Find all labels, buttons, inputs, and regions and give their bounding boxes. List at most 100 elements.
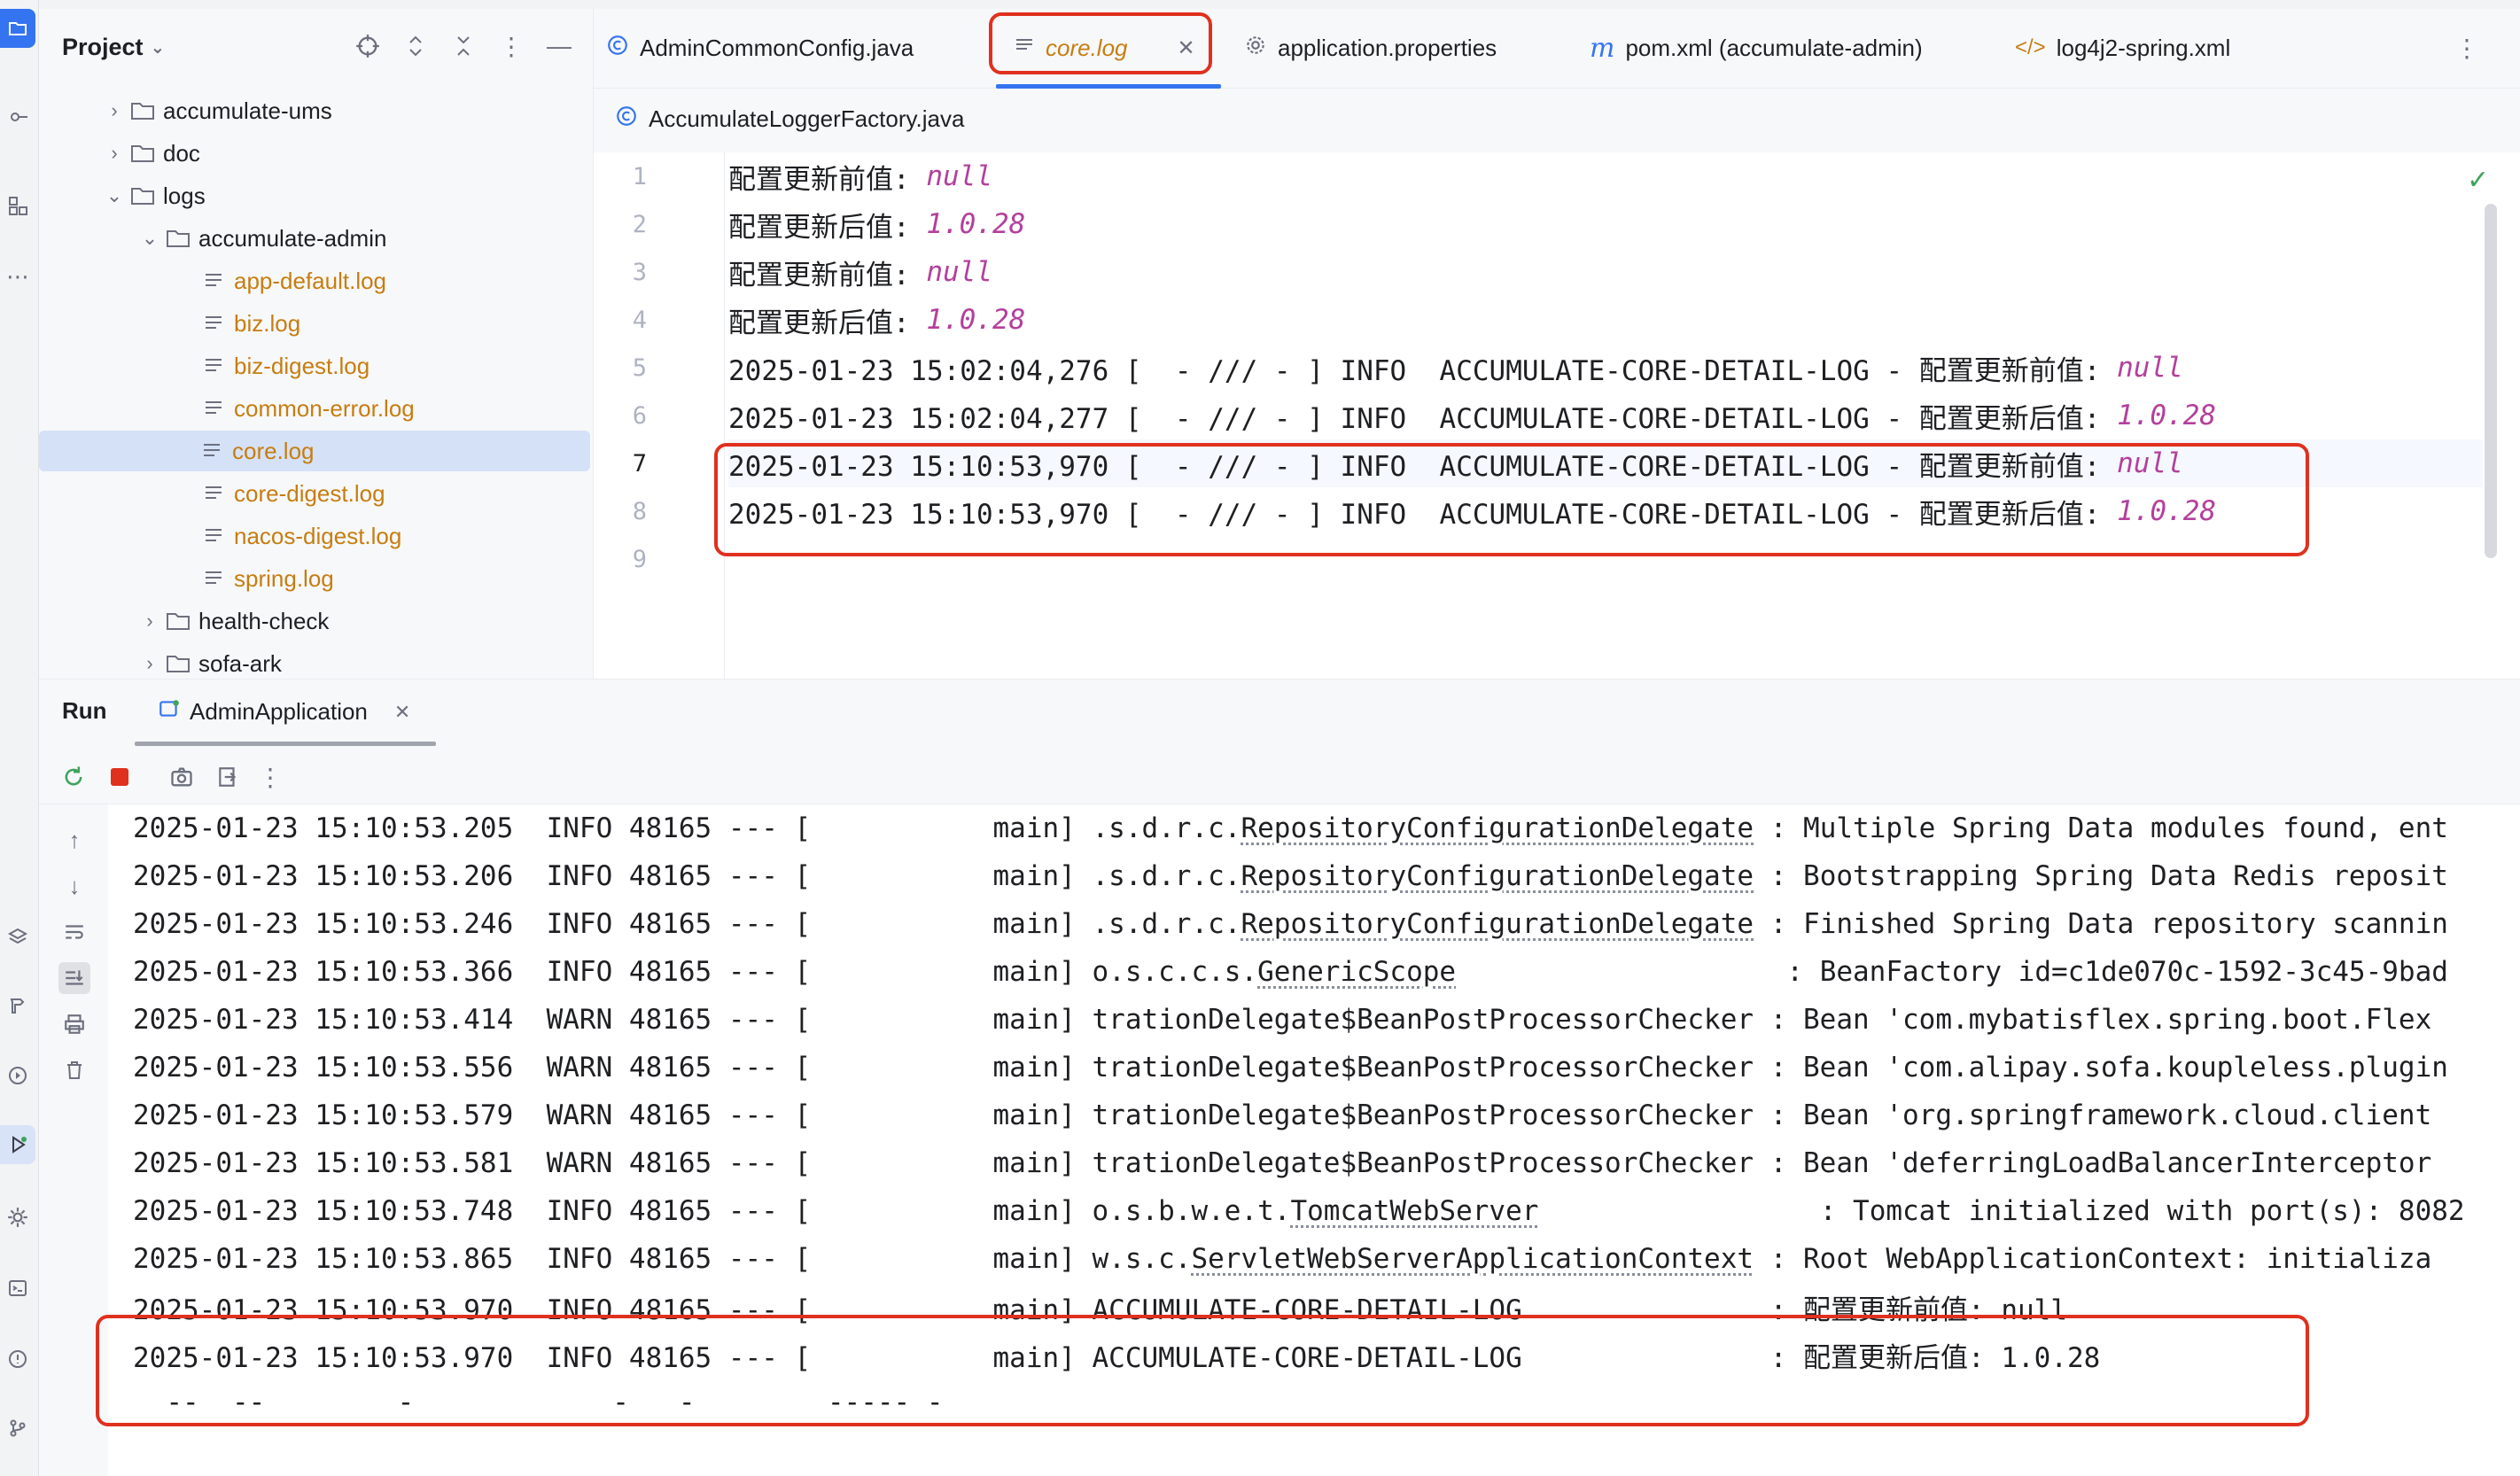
log-text: 2025-01-23 15:02:04,277 [ - /// - ] INFO… (728, 402, 2118, 435)
console-text: 2025-01-23 15:10:53.246 INFO 48165 --- [… (133, 908, 1241, 940)
editor-line: 配置更新后值: 1.0.28 (728, 296, 2483, 344)
console-class-link[interactable]: TomcatWebServer (1290, 1195, 1538, 1227)
chevron-right-icon[interactable]: › (136, 652, 163, 675)
structure-icon[interactable] (0, 186, 35, 225)
tree-file-item[interactable]: common-error.log (172, 388, 415, 429)
console-line: 2025-01-23 15:10:53.205 INFO 48165 --- [… (133, 804, 2448, 852)
tabs-more-kebab-icon[interactable]: ⋮ (2454, 9, 2479, 87)
log-file-icon (197, 441, 227, 461)
tab-core-log[interactable]: core.log ✕ (1014, 9, 1195, 87)
tree-file-item[interactable]: core.log (39, 431, 590, 471)
tree-folder-item[interactable]: › health-check (136, 601, 329, 641)
problems-icon[interactable] (0, 1340, 35, 1379)
project-toolbar: ⋮ — (354, 32, 573, 60)
tree-item-label: sofa-ark (198, 649, 282, 677)
tree-item-label: spring.log (234, 564, 334, 592)
chevron-right-icon[interactable]: › (101, 99, 128, 122)
scroll-down-arrow-icon[interactable]: ↓ (58, 870, 90, 902)
chevron-right-icon[interactable]: › (101, 142, 128, 165)
tab-label: core.log (1046, 34, 1128, 61)
print-icon[interactable] (58, 1008, 90, 1040)
run-console-output[interactable]: 2025-01-23 15:10:53.205 INFO 48165 --- [… (108, 804, 2501, 1476)
project-view-icon[interactable] (0, 9, 35, 48)
screenshot-camera-icon[interactable] (167, 762, 197, 792)
clear-trash-icon[interactable] (58, 1054, 90, 1086)
soft-wrap-icon[interactable] (58, 916, 90, 948)
log-text: 2025-01-23 15:02:04,276 [ - /// - ] INFO… (728, 354, 2118, 387)
log-value: 1.0.28 (2117, 495, 2217, 527)
console-message: : Root WebApplicationContext: initializa (1754, 1243, 2432, 1275)
run-panel-header: Run AdminApplication ✕ (39, 679, 2520, 748)
tree-item-label: core-digest.log (234, 479, 385, 507)
log-value: null (2117, 352, 2183, 384)
chevron-down-icon[interactable]: ⌄ (101, 184, 128, 207)
console-class-link[interactable]: ServletWebServerApplicationContext (1191, 1243, 1754, 1275)
log-text: 配置更新前值: (728, 259, 927, 291)
chevron-right-icon[interactable]: › (136, 610, 163, 633)
tree-folder-item[interactable]: › accumulate-ums (101, 90, 331, 131)
layers-icon[interactable] (0, 918, 35, 957)
tree-folder-item[interactable]: ⌄ logs (101, 175, 206, 216)
log-file-icon (198, 399, 229, 418)
log-file-icon (198, 526, 229, 546)
console-text: 2025-01-23 15:10:53.579 WARN 48165 --- [… (133, 1099, 2432, 1131)
tab-application-properties[interactable]: application.properties (1244, 9, 1497, 87)
tree-file-item[interactable]: app-default.log (172, 260, 386, 301)
tree-file-item[interactable]: spring.log (172, 558, 334, 599)
close-tab-icon[interactable]: ✕ (1178, 35, 1195, 61)
scroll-up-arrow-icon[interactable]: ↑ (58, 824, 90, 856)
commit-icon[interactable] (0, 97, 35, 136)
tree-file-item[interactable]: biz.log (172, 303, 300, 344)
tab-admin-common-config[interactable]: AdminCommonConfig.java (606, 9, 914, 87)
settings-gear-icon[interactable] (0, 1198, 35, 1237)
tree-item-label: biz-digest.log (234, 352, 370, 379)
log-editor[interactable]: 123456789 配置更新前值: null 配置更新后值: 1.0.28 配置更新… (594, 152, 2520, 679)
editor-tab-bar: AdminCommonConfig.java core.log ✕ applic… (594, 9, 2520, 89)
terminal-icon[interactable] (0, 1269, 35, 1308)
stop-icon[interactable] (105, 762, 135, 792)
console-text: 2025-01-23 15:10:53.581 WARN 48165 --- [… (133, 1147, 2432, 1179)
editor-line: 配置更新前值: null (728, 248, 2483, 296)
run-tab-admin-application[interactable]: AdminApplication ✕ (158, 697, 410, 726)
tab-accumulate-logger-factory[interactable]: AccumulateLoggerFactory.java (615, 105, 964, 134)
inspection-ok-check-icon[interactable]: ✓ (2467, 165, 2489, 196)
console-text: 2025-01-23 15:10:53.414 WARN 48165 --- [… (133, 1004, 2432, 1036)
console-text: 2025-01-23 15:10:53.970 INFO 48165 --- [… (133, 1293, 2068, 1326)
project-panel-title[interactable]: Project ⌄ (62, 34, 165, 61)
git-branch-icon[interactable] (0, 1409, 35, 1448)
tree-file-item[interactable]: biz-digest.log (172, 346, 369, 386)
console-text: 2025-01-23 15:10:53.556 WARN 48165 --- [… (133, 1052, 2448, 1084)
console-line: 2025-01-23 15:10:53.206 INFO 48165 --- [… (133, 852, 2448, 900)
run-more-kebab-icon[interactable]: ⋮ (255, 762, 285, 792)
scroll-to-end-icon[interactable] (58, 962, 90, 994)
tree-folder-item[interactable]: ⌄ accumulate-admin (136, 218, 387, 259)
tree-file-item[interactable]: nacos-digest.log (172, 516, 401, 556)
console-class-link[interactable]: GenericScope (1257, 956, 1456, 988)
expand-all-icon[interactable] (401, 32, 430, 60)
tab-log4j2-spring-xml[interactable]: </> log4j2-spring.xml (2015, 9, 2230, 87)
rerun-icon[interactable] (58, 762, 89, 792)
log-file-icon (198, 271, 229, 291)
editor-scrollbar[interactable] (2485, 204, 2497, 558)
tree-file-item[interactable]: core-digest.log (172, 473, 385, 514)
console-text: 2025-01-23 15:10:53.970 INFO 48165 --- [… (133, 1341, 2101, 1374)
chevron-down-icon[interactable]: ⌄ (136, 227, 163, 250)
collapse-all-icon[interactable] (449, 32, 478, 60)
run-tool-icon[interactable] (0, 1125, 35, 1164)
more-tools-icon[interactable]: ⋯ (0, 257, 35, 296)
options-kebab-icon[interactable]: ⋮ (497, 32, 525, 60)
line-number: 6 (632, 402, 647, 430)
build-hammer-icon[interactable] (0, 985, 35, 1024)
console-class-link[interactable]: RepositoryConfigurationDelegate (1241, 812, 1754, 844)
console-class-link[interactable]: RepositoryConfigurationDelegate (1241, 860, 1754, 892)
tree-folder-item[interactable]: › doc (101, 133, 200, 174)
locate-crosshair-icon[interactable] (354, 32, 382, 60)
close-run-tab-icon[interactable]: ✕ (394, 701, 410, 724)
exit-restore-icon[interactable] (213, 762, 243, 792)
minimize-icon[interactable]: — (545, 32, 573, 60)
tab-pom-xml[interactable]: m pom.xml (accumulate-admin) (1590, 9, 1923, 87)
window-top-strip (0, 0, 2520, 9)
services-icon[interactable] (0, 1056, 35, 1095)
console-class-link[interactable]: RepositoryConfigurationDelegate (1241, 908, 1754, 940)
